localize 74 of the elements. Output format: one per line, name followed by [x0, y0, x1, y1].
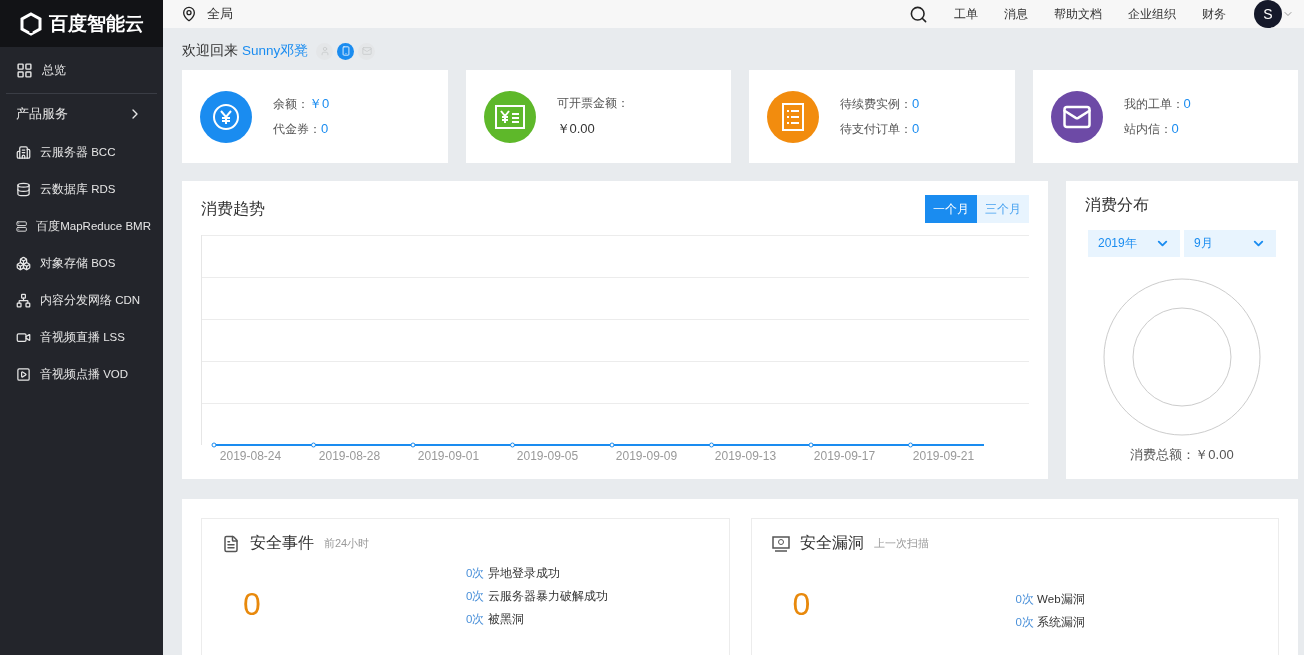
- stat-label: 站内信：: [1123, 121, 1172, 136]
- product-icon: [16, 256, 31, 271]
- verification-badge-icon[interactable]: [316, 42, 334, 60]
- stat-label: 余额：: [273, 97, 309, 111]
- stat-label: 待支付订单：: [840, 121, 912, 136]
- monitor-icon: [771, 535, 790, 552]
- axis-label: 2019-09-13: [713, 449, 778, 463]
- stat-value[interactable]: 0: [1183, 95, 1191, 111]
- security-count: 0: [791, 585, 812, 624]
- invoice-icon: [494, 104, 525, 129]
- list-icon: [782, 102, 804, 131]
- sidebar-item[interactable]: 音视频点播 VOD: [0, 356, 163, 393]
- verification-badge-icon[interactable]: [358, 42, 376, 60]
- security-stat: 0次 系统漏洞: [1015, 615, 1086, 630]
- panel-title: 消费趋势: [201, 198, 265, 219]
- logo-text: 百度智能云: [49, 11, 144, 36]
- sidebar-item[interactable]: 总览: [0, 47, 163, 93]
- sidebar-section[interactable]: 产品服务: [0, 94, 163, 134]
- product-icon: [16, 182, 31, 197]
- location-pin-icon: [181, 6, 197, 22]
- stat-value: ￥0.00: [556, 120, 596, 138]
- logo-icon: [19, 11, 43, 36]
- sidebar-item[interactable]: 音视频直播 LSS: [0, 319, 163, 356]
- security-stat: 0次 云服务器暴力破解成功: [466, 589, 608, 604]
- stat-value[interactable]: 0: [912, 95, 920, 111]
- avatar[interactable]: S: [1254, 0, 1282, 28]
- sidebar-item[interactable]: 云服务器 BCC: [0, 134, 163, 171]
- logo[interactable]: 百度智能云: [0, 0, 163, 47]
- axis-label: 2019-09-01: [416, 449, 481, 463]
- product-icon: [16, 330, 31, 345]
- grid-icon: [16, 61, 33, 79]
- nav-link[interactable]: 消息: [1004, 5, 1028, 23]
- security-subtitle: 前24小时: [324, 536, 370, 551]
- sidebar-item[interactable]: 内容分发网络 CDN: [0, 282, 163, 319]
- stat-value[interactable]: 0: [1171, 120, 1179, 136]
- stat-label: 可开票金额：: [556, 95, 629, 112]
- sidebar-item[interactable]: 云数据库 RDS: [0, 171, 163, 208]
- total-amount: 消费总额：￥0.00: [1129, 446, 1235, 464]
- security-subtitle: 上一次扫描: [873, 536, 929, 551]
- product-icon: [16, 367, 31, 382]
- nav-link[interactable]: 企业组织: [1128, 5, 1176, 23]
- axis-label: 2019-09-05: [515, 449, 580, 463]
- sidebar-item[interactable]: 对象存储 BOS: [0, 245, 163, 282]
- stat-label: 代金券：: [273, 122, 321, 136]
- region-selector[interactable]: 全局: [207, 5, 233, 23]
- nav-link[interactable]: 帮助文档: [1054, 5, 1102, 23]
- search-icon[interactable]: [909, 4, 928, 24]
- security-count: 0: [242, 585, 262, 624]
- axis-label: 2019-09-21: [911, 449, 976, 463]
- yen-icon: [212, 102, 240, 131]
- product-icon: [16, 293, 31, 308]
- panel-title: 消费分布: [1085, 195, 1150, 215]
- security-stat: 0次 异地登录成功: [466, 566, 561, 581]
- security-stat: 0次 被黑洞: [466, 612, 525, 627]
- stat-label: 待续费实例：: [840, 96, 912, 111]
- stat-value[interactable]: 0: [321, 121, 329, 136]
- axis-label: 2019-08-28: [317, 449, 382, 463]
- verification-badge-icon[interactable]: [337, 42, 355, 60]
- welcome-text: 欢迎回来: [182, 42, 238, 60]
- sidebar-item[interactable]: 百度MapReduce BMR: [0, 208, 163, 245]
- product-icon: [16, 145, 31, 160]
- stat-value[interactable]: 0: [912, 120, 920, 136]
- axis-label: 2019-09-17: [812, 449, 877, 463]
- product-icon: [16, 219, 28, 234]
- stat-value[interactable]: ￥0: [309, 96, 330, 111]
- axis-label: 2019-09-09: [614, 449, 679, 463]
- nav-link[interactable]: 财务: [1202, 5, 1226, 23]
- axis-label: 2019-08-24: [218, 449, 283, 463]
- stat-label: 我的工单：: [1123, 96, 1184, 111]
- security-stat: 0次 Web漏洞: [1015, 592, 1086, 607]
- security-title: 安全漏洞: [799, 533, 864, 553]
- nav-link[interactable]: 工单: [954, 5, 978, 23]
- security-title: 安全事件: [250, 533, 314, 553]
- document-icon: [222, 534, 240, 553]
